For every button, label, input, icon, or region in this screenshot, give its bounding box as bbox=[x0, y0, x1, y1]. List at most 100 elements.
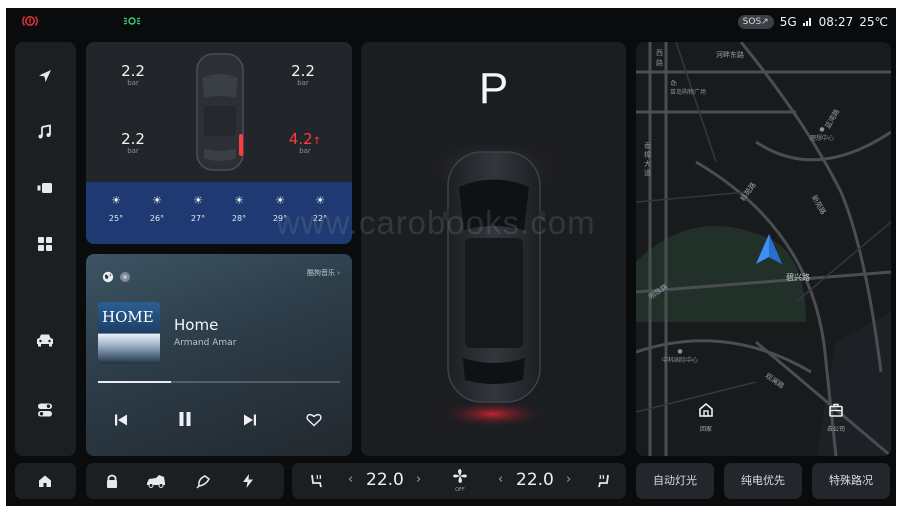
tire-front-left: 2.2 bar bbox=[108, 62, 158, 87]
charge-port-icon[interactable] bbox=[194, 471, 214, 491]
right-temperature[interactable]: 22.0 bbox=[516, 470, 554, 490]
music-player[interactable]: 酷狗音乐 › HOME Home Armand Amar bbox=[86, 254, 352, 456]
weather-temp: 26° bbox=[149, 214, 165, 223]
song-artist: Armand Amar bbox=[174, 338, 237, 348]
fan-status-label: OFF bbox=[455, 487, 465, 493]
go-home-label: 回家 bbox=[699, 426, 712, 433]
pause-icon[interactable] bbox=[178, 411, 192, 431]
left-temp-down-icon[interactable]: ‹ bbox=[348, 472, 353, 487]
navigation-icon[interactable] bbox=[33, 64, 57, 88]
globe-icon bbox=[102, 268, 114, 287]
lock-icon[interactable] bbox=[102, 471, 122, 491]
side-nav bbox=[15, 42, 76, 456]
progress-bar[interactable] bbox=[98, 381, 340, 383]
weather-day: ☀ 27° bbox=[183, 194, 213, 223]
camera-icon[interactable] bbox=[33, 176, 57, 200]
album-cover-text: HOME bbox=[102, 308, 154, 326]
home-icon bbox=[699, 402, 713, 417]
status-bar: SOS↗ 5G 08:27 25℃ bbox=[6, 8, 896, 36]
left-temperature[interactable]: 22.0 bbox=[366, 470, 404, 490]
tire-rear-left: 2.2 bar bbox=[108, 130, 158, 155]
seat-heat-left-icon[interactable] bbox=[306, 471, 326, 491]
pressure-high-icon: ↑ bbox=[312, 136, 322, 147]
apps-icon[interactable] bbox=[33, 232, 57, 256]
car-topview-small bbox=[196, 53, 244, 171]
vehicle-controls bbox=[86, 463, 284, 499]
parking-car-view: P bbox=[361, 42, 626, 456]
car-icon[interactable] bbox=[33, 328, 57, 352]
progress-fill bbox=[98, 381, 171, 383]
go-company-label: 去公司 bbox=[826, 426, 845, 433]
fan-icon bbox=[453, 469, 467, 483]
poi-pin-icon: ● bbox=[819, 126, 825, 133]
map-poi-text: 苗岛购物广场 bbox=[670, 89, 707, 96]
signal-icon bbox=[802, 15, 813, 29]
map-road-label: 香樟大道 bbox=[644, 142, 651, 177]
map-poi-label: ● 理想中心 bbox=[810, 126, 834, 142]
map-road-label: 碧兴路 bbox=[786, 273, 810, 282]
poi-pin-icon: ● bbox=[677, 348, 683, 355]
watermark: www.carobooks.com bbox=[276, 204, 596, 241]
tire-front-left-unit: bar bbox=[127, 79, 139, 87]
tire-front-right: 2.2 bar bbox=[278, 62, 328, 87]
music-source-label[interactable]: 酷狗音乐 › bbox=[307, 268, 340, 278]
weather-day: ☀ 25° bbox=[101, 194, 131, 223]
album-cover: HOME bbox=[98, 302, 160, 364]
right-temp-down-icon[interactable]: ‹ bbox=[498, 472, 503, 487]
tire-rear-left-unit: bar bbox=[127, 147, 139, 155]
right-temperature-value: 22.0 bbox=[516, 470, 554, 490]
auto-lights-button[interactable]: 自动灯光 bbox=[636, 463, 714, 499]
tire-front-right-unit: bar bbox=[297, 79, 309, 87]
weather-temp: 28° bbox=[231, 214, 247, 223]
sos-label: SOS bbox=[742, 17, 762, 27]
ev-priority-button[interactable]: 纯电优先 bbox=[724, 463, 802, 499]
tire-front-right-value: 2.2 bbox=[291, 62, 315, 80]
weather-temp: 25° bbox=[108, 214, 124, 223]
network-label: 5G bbox=[779, 15, 797, 29]
left-temperature-value: 22.0 bbox=[366, 470, 404, 490]
tire-rear-right-unit: bar bbox=[299, 147, 311, 155]
right-temp-up-icon[interactable]: › bbox=[566, 472, 571, 487]
map-poi-label: 🛍 苗岛购物广场 bbox=[670, 80, 706, 96]
tire-rear-right: 4.2↑ bar bbox=[280, 130, 330, 155]
current-location-icon bbox=[756, 234, 782, 264]
weather-day: ☀ 26° bbox=[142, 194, 172, 223]
map-poi-text: 理想中心 bbox=[810, 135, 835, 142]
sun-icon: ☀ bbox=[152, 194, 162, 207]
music-icon[interactable] bbox=[33, 120, 57, 144]
sun-icon: ☀ bbox=[234, 194, 244, 207]
navigation-map[interactable]: 西路 河畔东路 🛍 苗岛购物广场 蓝湾路 ● 理想中心 香樟大道 科苑路 新苑路 明… bbox=[636, 42, 891, 456]
tire-rear-left-value: 2.2 bbox=[121, 130, 145, 148]
special-road-button[interactable]: 特殊路况 bbox=[812, 463, 890, 499]
settings-toggle-icon[interactable] bbox=[33, 398, 57, 422]
weather-temp: 27° bbox=[190, 214, 206, 223]
favorite-heart-icon[interactable] bbox=[306, 412, 322, 431]
fan-button[interactable]: OFF bbox=[448, 468, 472, 493]
tire-rear-right-value: 4.2 bbox=[288, 130, 313, 148]
next-track-icon[interactable] bbox=[243, 412, 257, 431]
map-poi-text: 中科国际中心 bbox=[662, 357, 699, 364]
sun-icon: ☀ bbox=[111, 194, 121, 207]
power-bolt-icon[interactable] bbox=[238, 471, 258, 491]
previous-track-icon[interactable] bbox=[114, 412, 128, 431]
home-button[interactable] bbox=[15, 463, 76, 499]
map-poi-label: ● 中科国际中心 bbox=[662, 348, 698, 364]
sun-icon: ☀ bbox=[193, 194, 203, 207]
outside-temperature: 25℃ bbox=[859, 15, 888, 29]
map-road-label: 河畔东路 bbox=[716, 51, 744, 59]
music-source-text: 酷狗音乐 bbox=[306, 269, 335, 277]
seat-heat-right-icon[interactable] bbox=[594, 471, 614, 491]
map-label: 西路 bbox=[656, 49, 663, 67]
go-home-button[interactable]: 回家 bbox=[686, 402, 726, 433]
left-temp-up-icon[interactable]: › bbox=[416, 472, 421, 487]
sos-badge[interactable]: SOS↗ bbox=[737, 15, 774, 29]
briefcase-icon bbox=[829, 403, 843, 417]
weather-day: ☀ 28° bbox=[224, 194, 254, 223]
home-icon bbox=[35, 471, 55, 491]
song-title: Home bbox=[174, 316, 219, 334]
poi-shop-icon: 🛍 bbox=[670, 80, 678, 87]
climate-control: ‹ 22.0 › OFF ‹ 22.0 › bbox=[292, 463, 626, 499]
go-company-button[interactable]: 去公司 bbox=[816, 402, 856, 433]
trunk-icon[interactable] bbox=[146, 471, 166, 491]
car-display: SOS↗ 5G 08:27 25℃ 2.2 bar 2.2 bar 2.2 ba… bbox=[6, 8, 896, 506]
